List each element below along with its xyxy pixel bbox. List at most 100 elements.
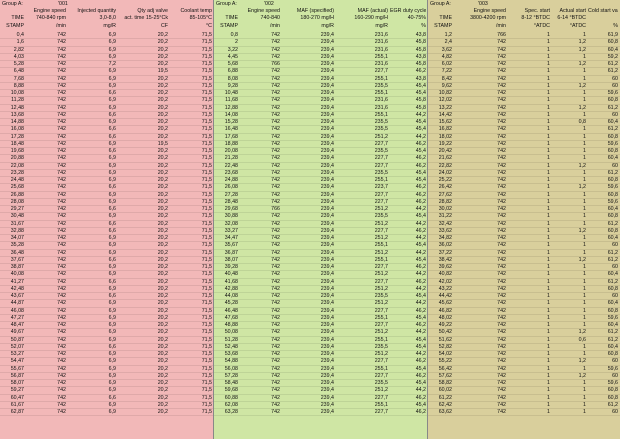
cell-engine-speed: 742: [57, 285, 66, 292]
cell-engine-speed: 742: [271, 336, 280, 343]
table-row: 33,27 742 239,4 227,7 46,2: [214, 228, 428, 235]
cell-value-1: 1: [547, 227, 550, 234]
cell-value-3: 60: [612, 242, 618, 249]
cell-value-2: 20,2: [157, 213, 168, 220]
cell-value-3: 71,5: [201, 61, 212, 67]
table-row: 56,87 742 6,9 20,2 71,5: [0, 373, 214, 380]
table-row: 37,22 742 1 1 61,2: [428, 250, 620, 257]
cell-time-stamp: 52,07: [10, 343, 24, 350]
cell-time-stamp: 52,48: [224, 343, 238, 350]
table-row: 39,28 742 239,4 227,7 46,2: [214, 264, 428, 272]
cell-engine-speed: 742: [57, 235, 66, 241]
cell-time-stamp: 27,28: [224, 191, 238, 198]
cell-value-2: 1,2: [578, 372, 586, 379]
cell-value-1: 6,9: [108, 329, 116, 336]
cell-engine-speed: 742: [271, 380, 280, 386]
cell-value-3: 45,4: [415, 293, 426, 299]
cell-time-stamp: 22,48: [224, 162, 238, 169]
cell-value-1: 239,4: [320, 278, 334, 285]
column-header-value-3: EGR duty cycle 40-75%%: [390, 8, 426, 32]
cell-time-stamp: 38,07: [224, 256, 238, 263]
cell-value-3: 60: [612, 75, 618, 82]
cell-time-stamp: 5,68: [227, 61, 238, 67]
cell-value-2: 20,2: [157, 184, 168, 191]
cell-value-3: 71,5: [201, 256, 212, 263]
group-label: Group A:: [430, 1, 451, 7]
cell-value-2: 227,7: [374, 227, 388, 234]
cell-value-2: 20,2: [157, 271, 168, 278]
cell-value-2: 1,2: [578, 46, 586, 53]
cell-value-2: 255,1: [374, 365, 388, 372]
cell-engine-speed: 742: [497, 119, 506, 125]
cell-time-stamp: 48,02: [438, 314, 452, 321]
cell-value-1: 239,4: [320, 97, 334, 104]
cell-value-2: 1,2: [578, 184, 586, 191]
cell-time-stamp: 40,48: [224, 271, 238, 278]
cell-engine-speed: 742: [271, 314, 280, 321]
table-row: 5,28 742 7,2 20,2 71,5: [0, 61, 214, 69]
table-row: 30,02 742 1 1 60,4: [428, 206, 620, 214]
cell-engine-speed: 742: [57, 380, 66, 386]
cell-time-stamp: 15,62: [438, 119, 452, 125]
cell-time-stamp: 30,48: [10, 213, 24, 220]
header-line: TIME: [439, 15, 452, 22]
cell-time-stamp: 60,47: [10, 394, 24, 401]
cell-value-1: 239,4: [320, 394, 334, 401]
cell-engine-speed: 742: [497, 293, 506, 299]
table-row: 36,48 742 6,9 20,2 71,5: [0, 250, 214, 257]
header-line: 740-840: [260, 15, 280, 22]
cell-value-1: 1: [547, 322, 550, 328]
cell-time-stamp: 55,22: [438, 358, 452, 365]
cell-engine-speed: 742: [271, 329, 280, 336]
cell-engine-speed: 742: [497, 271, 506, 278]
cell-time-stamp: 9,62: [441, 82, 452, 89]
cell-value-3: 46,2: [415, 322, 426, 328]
cell-value-3: 71,5: [201, 235, 212, 241]
cell-time-stamp: 42,02: [438, 278, 452, 285]
cell-value-3: 71,5: [201, 39, 212, 46]
cell-engine-speed: 742: [271, 111, 280, 118]
cell-value-3: 71,5: [201, 227, 212, 234]
cell-time-stamp: 51,28: [224, 336, 238, 343]
cell-value-2: 1: [583, 264, 586, 270]
cell-value-1: 1: [547, 198, 550, 205]
cell-value-1: 1: [547, 343, 550, 350]
cell-value-2: 255,1: [374, 53, 388, 60]
cell-value-3: 46,2: [415, 409, 426, 415]
table-row: 8,42 742 1 1 60: [428, 76, 620, 83]
cell-value-2: 1: [583, 365, 586, 372]
cell-value-1: 1: [547, 394, 550, 401]
table-row: 36,02 742 1 1 60: [428, 242, 620, 250]
cell-value-2: 227,7: [374, 155, 388, 162]
table-row: 3,22 742 239,4 231,6 45,8: [214, 47, 428, 54]
cell-engine-speed: 742: [57, 32, 66, 38]
table-row: 18,48 742 6,9 19,5 71,5: [0, 141, 214, 148]
cell-value-3: 59,6: [607, 184, 618, 191]
cell-value-2: 251,2: [374, 300, 388, 307]
table-row: 32,08 742 239,4 251,2 44,2: [214, 221, 428, 228]
cell-time-stamp: 13,22: [438, 104, 452, 111]
header-line: 85-105°C: [189, 15, 212, 22]
cell-value-1: 239,4: [320, 235, 334, 241]
group-001-block: Group A: '001 TIME STAMP Engine speed 740-8…: [0, 0, 214, 439]
table-row: 26,88 742 6,9 20,2 71,5: [0, 192, 214, 199]
cell-value-1: 6,9: [108, 285, 116, 292]
cell-value-3: 61,2: [607, 249, 618, 256]
cell-time-stamp: 41,68: [224, 278, 238, 285]
cell-engine-speed: 742: [497, 148, 506, 154]
cell-time-stamp: 50,87: [10, 336, 24, 343]
table-row: 40,08 742 6,9 20,2 71,5: [0, 271, 214, 279]
table-row: 0,8 742 239,4 231,6 43,8: [214, 32, 428, 40]
cell-value-1: 1: [547, 278, 550, 285]
cell-value-3: 61,2: [607, 126, 618, 133]
cell-time-stamp: 38,42: [438, 256, 452, 263]
cell-value-3: 60: [612, 264, 618, 270]
cell-value-1: 239,4: [320, 401, 334, 408]
cell-time-stamp: 39,28: [224, 264, 238, 270]
cell-time-stamp: 8,42: [441, 75, 452, 82]
table-row: 21,62 742 1 1 60,4: [428, 155, 620, 163]
table-row: 42,02 742 1 1 61,2: [428, 279, 620, 286]
cell-value-3: 71,5: [201, 220, 212, 227]
cell-value-3: 71,5: [201, 111, 212, 118]
cell-time-stamp: 58,48: [224, 380, 238, 386]
